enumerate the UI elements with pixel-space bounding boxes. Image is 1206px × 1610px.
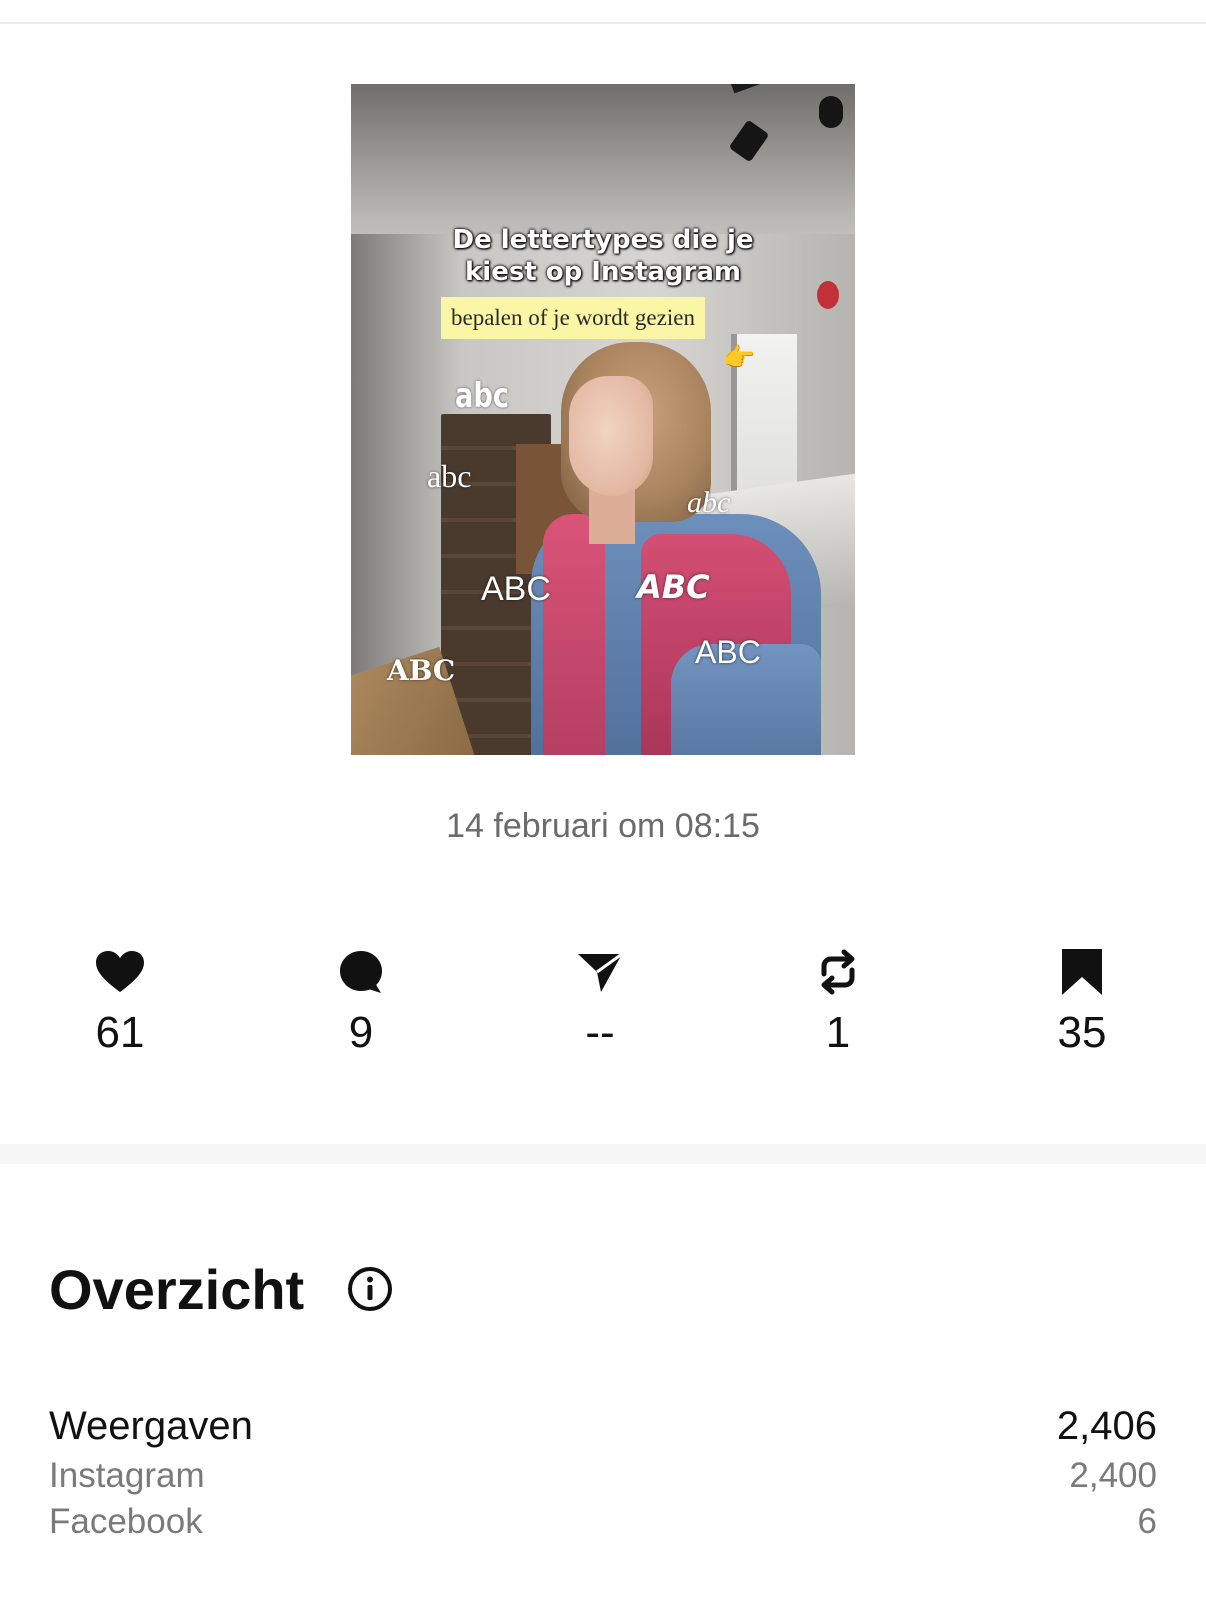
font-sample: ABC [481, 570, 551, 608]
views-value: 2,406 [1056, 1404, 1157, 1448]
instagram-label: Instagram [49, 1456, 205, 1495]
info-icon[interactable] [346, 1265, 394, 1313]
top-divider [0, 22, 1206, 24]
share-icon [530, 946, 670, 998]
views-row: Weergaven 2,406 [49, 1402, 1157, 1450]
font-sample: ABC [387, 654, 456, 687]
stat-likes[interactable]: 61 [50, 946, 190, 1060]
heart-icon [50, 946, 190, 998]
comment-icon [291, 946, 431, 998]
stat-saves[interactable]: 35 [1012, 946, 1152, 1060]
likes-count: 61 [95, 1008, 145, 1057]
thumbnail-lamp [819, 96, 843, 128]
pointing-hand-icon: 👉 [723, 342, 756, 372]
bookmark-icon [1012, 946, 1152, 998]
font-sample: ABC [637, 568, 710, 606]
facebook-value: 6 [1137, 1502, 1157, 1541]
views-label: Weergaven [49, 1404, 253, 1448]
thumbnail-highlight-text: bepalen of je wordt gezien [441, 297, 705, 339]
font-sample: abc [687, 486, 731, 519]
thumbnail-title-text: De lettertypes die je kiest op Instagram [452, 225, 754, 287]
shares-count: -- [585, 1008, 615, 1057]
person-face [569, 376, 653, 496]
instagram-value: 2,400 [1069, 1456, 1157, 1495]
post-timestamp: 14 februari om 08:15 [446, 807, 760, 845]
stat-comments[interactable]: 9 [291, 946, 431, 1060]
saves-count: 35 [1057, 1008, 1107, 1057]
comments-count: 9 [348, 1008, 374, 1057]
person-vest-left [543, 514, 605, 755]
font-sample: abc [455, 376, 509, 416]
repost-icon [768, 946, 908, 998]
reposts-count: 1 [825, 1008, 851, 1057]
facebook-label: Facebook [49, 1502, 203, 1541]
stat-reposts[interactable]: 1 [768, 946, 908, 1060]
views-instagram-row: Instagram 2,400 [49, 1454, 1157, 1498]
post-thumbnail[interactable]: De lettertypes die je kiest op Instagram… [351, 84, 855, 755]
font-sample: abc [427, 458, 472, 494]
section-divider [0, 1144, 1206, 1164]
overview-title: Overzicht [49, 1258, 305, 1321]
stat-shares[interactable]: -- [530, 946, 670, 1060]
views-facebook-row: Facebook 6 [49, 1500, 1157, 1544]
font-sample: ABC [695, 634, 761, 670]
